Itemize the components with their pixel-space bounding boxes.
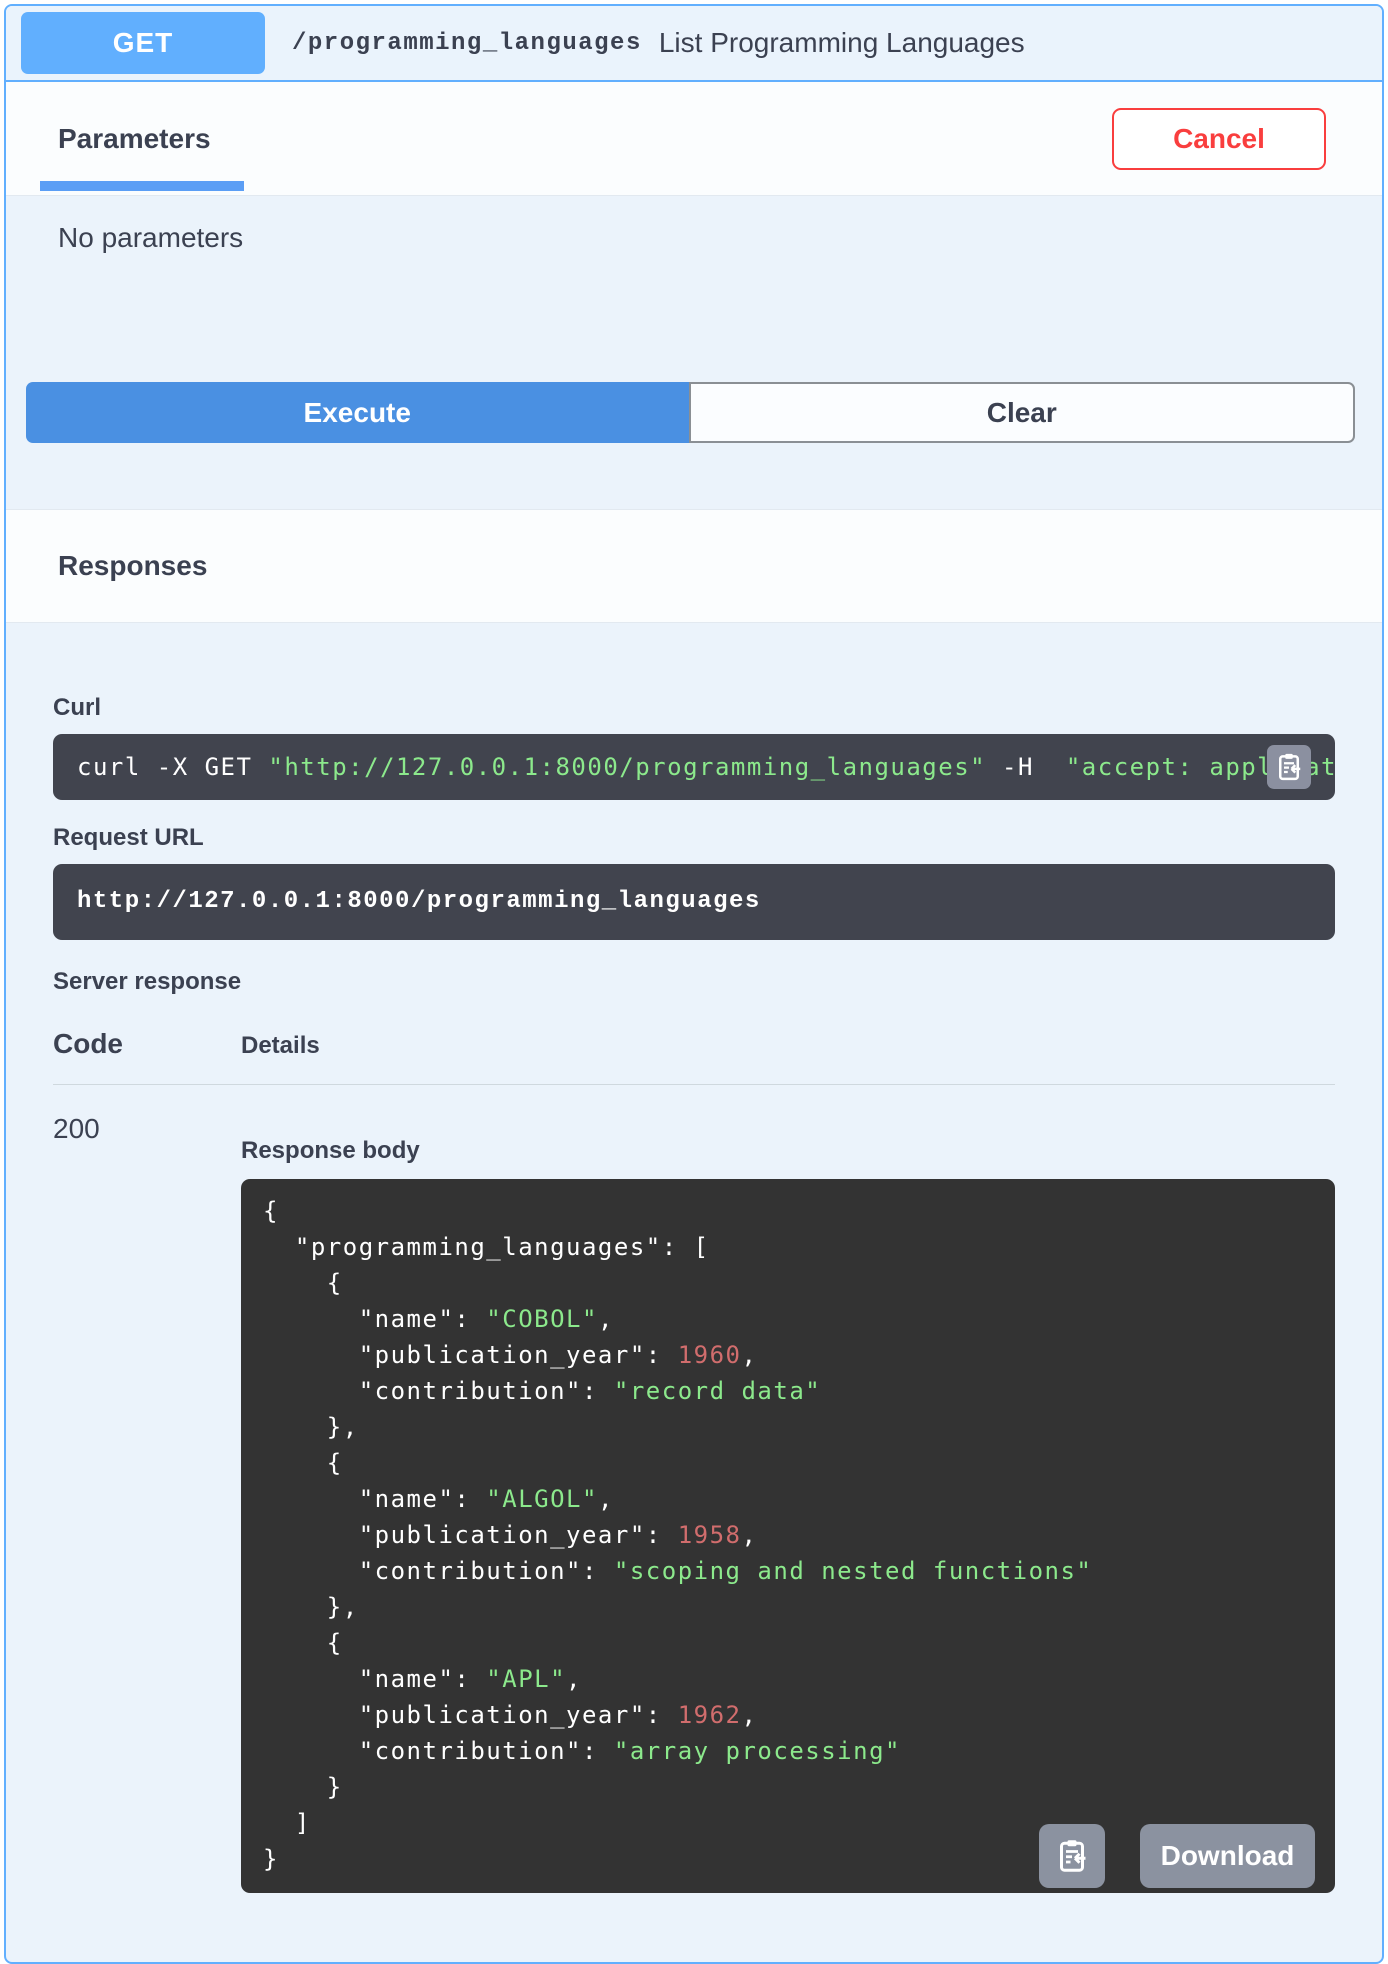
curl-command-text: curl -X GET "http://127.0.0.1:8000/progr… xyxy=(77,753,1335,781)
operation-block-get: GET /programming_languages List Programm… xyxy=(4,4,1384,1964)
clipboard-copy-icon xyxy=(1279,753,1301,781)
response-row: 200 Response body { "programming_languag… xyxy=(53,1113,1335,1893)
responses-heading: Responses xyxy=(58,550,208,581)
curl-label: Curl xyxy=(53,694,101,721)
endpoint-summary: List Programming Languages xyxy=(658,27,1025,58)
execute-button[interactable]: Execute xyxy=(26,382,689,443)
active-tab-indicator xyxy=(40,181,244,191)
response-actions: Download xyxy=(1039,1824,1315,1888)
responses-body: Curl curl -X GET "http://127.0.0.1:8000/… xyxy=(6,694,1382,1893)
details-column-header: Details xyxy=(241,1032,320,1059)
http-method-badge: GET xyxy=(21,12,265,74)
no-parameters-text: No parameters xyxy=(58,222,244,253)
table-divider xyxy=(53,1084,1335,1085)
responses-section-header: Responses xyxy=(6,509,1382,623)
code-column-header: Code xyxy=(53,1028,123,1059)
request-url-box: http://127.0.0.1:8000/programming_langua… xyxy=(53,864,1335,940)
response-body-label: Response body xyxy=(241,1137,420,1164)
response-body-box: { "programming_languages": [ { "name": "… xyxy=(241,1179,1335,1893)
endpoint-path: /programming_languages xyxy=(292,29,642,57)
copy-to-clipboard-button[interactable] xyxy=(1267,745,1311,789)
response-details: Response body { "programming_languages":… xyxy=(241,1113,1335,1893)
cancel-button[interactable]: Cancel xyxy=(1112,107,1326,170)
response-table-header: Code Details xyxy=(53,1028,1335,1062)
request-url-text: http://127.0.0.1:8000/programming_langua… xyxy=(77,888,761,915)
execute-row: Execute Clear xyxy=(26,382,1355,443)
clipboard-copy-icon xyxy=(1060,1840,1086,1872)
parameters-section-header: Parameters Cancel xyxy=(6,82,1382,196)
request-url-label: Request URL xyxy=(53,824,204,851)
clear-button[interactable]: Clear xyxy=(688,382,1355,443)
tab-parameters[interactable]: Parameters xyxy=(58,82,211,195)
download-button[interactable]: Download xyxy=(1140,1824,1315,1888)
server-response-label: Server response xyxy=(53,968,242,995)
curl-command-box[interactable]: curl -X GET "http://127.0.0.1:8000/progr… xyxy=(53,734,1335,800)
parameters-body: No parameters Execute Clear xyxy=(6,222,1382,509)
status-code: 200 xyxy=(53,1113,100,1144)
tab-parameters-label: Parameters xyxy=(58,122,211,154)
operation-header[interactable]: GET /programming_languages List Programm… xyxy=(6,6,1382,82)
copy-response-button[interactable] xyxy=(1039,1824,1105,1888)
response-body-json: { "programming_languages": [ { "name": "… xyxy=(263,1197,1093,1873)
